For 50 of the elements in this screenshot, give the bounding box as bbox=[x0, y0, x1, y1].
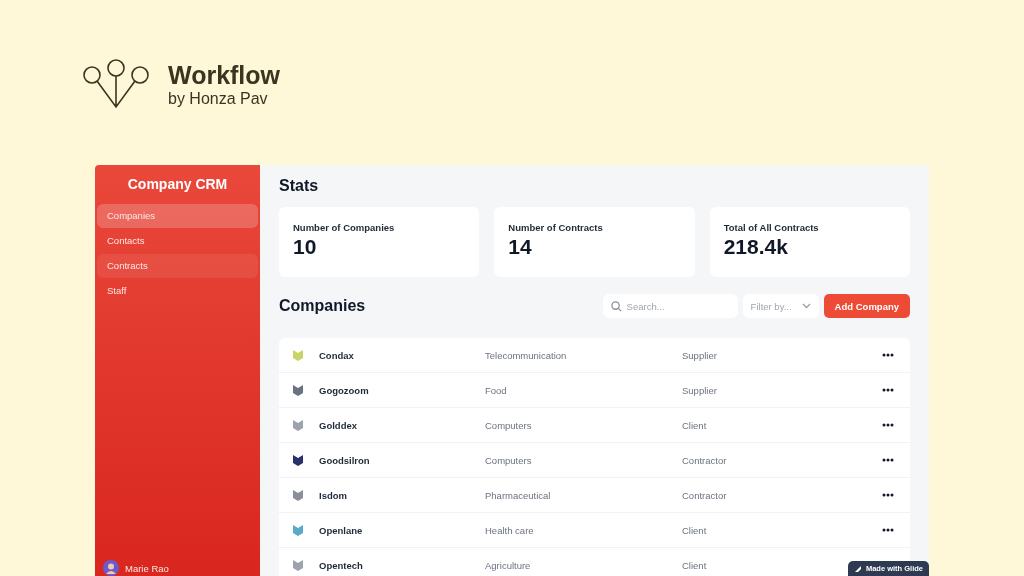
add-company-button[interactable]: Add Company bbox=[823, 294, 910, 318]
stat-value: 14 bbox=[508, 235, 533, 259]
company-name: Openlane bbox=[319, 524, 364, 536]
company-name: Gogozoom bbox=[319, 384, 370, 396]
stat-label: Number of Companies bbox=[293, 222, 396, 233]
company-name: Isdom bbox=[319, 489, 348, 501]
industry-cell-text: Computers bbox=[485, 419, 533, 431]
more-icon[interactable] bbox=[882, 388, 894, 392]
industry-cell-text: Food bbox=[485, 384, 508, 396]
company-name: Opentech bbox=[319, 559, 364, 571]
type-cell-text: Client bbox=[682, 524, 708, 536]
avatar-icon bbox=[103, 560, 119, 576]
stat-value: 10 bbox=[293, 235, 318, 259]
company-name: Golddex bbox=[319, 419, 358, 431]
industry-cell-text: Pharmaceutical bbox=[485, 489, 552, 501]
industry-cell-text: Telecommunication bbox=[485, 349, 568, 361]
more-icon[interactable] bbox=[882, 528, 894, 532]
brand-byline: by Honza Pav bbox=[168, 89, 269, 109]
type-cell-text: Contractor bbox=[682, 489, 728, 501]
type-cell-text: Client bbox=[682, 559, 708, 571]
industry-cell-text: Agriculture bbox=[485, 559, 532, 571]
more-icon[interactable] bbox=[882, 353, 894, 357]
type-cell-text: Supplier bbox=[682, 384, 718, 396]
chevron-down-icon bbox=[801, 303, 811, 309]
filter-dropdown[interactable]: Filter by... bbox=[742, 294, 819, 318]
section-title: Stats bbox=[279, 177, 320, 195]
company-name: Condax bbox=[319, 349, 355, 361]
search-field[interactable]: Search... bbox=[602, 294, 738, 318]
type-cell-text: Supplier bbox=[682, 349, 718, 361]
more-icon[interactable] bbox=[882, 458, 894, 462]
type-cell-text: Contractor bbox=[682, 454, 728, 466]
nav-item[interactable]: Contacts bbox=[97, 229, 258, 253]
industry-cell-text: Health care bbox=[485, 524, 535, 536]
nav-item[interactable]: Staff bbox=[97, 279, 258, 303]
nav-item[interactable]: Contracts bbox=[97, 254, 258, 278]
more-icon[interactable] bbox=[882, 423, 894, 427]
stat-value: 218.4k bbox=[723, 235, 789, 259]
more-icon[interactable] bbox=[882, 493, 894, 497]
nav-item[interactable]: Companies bbox=[97, 204, 258, 228]
balloons-icon bbox=[82, 59, 150, 111]
user-name: Marie Rao bbox=[125, 562, 169, 574]
search-icon bbox=[610, 301, 622, 312]
company-name: Goodsilron bbox=[319, 454, 371, 466]
app-title: Company CRM bbox=[126, 176, 229, 192]
section-title: Companies bbox=[279, 297, 366, 315]
stat-label: Number of Contracts bbox=[508, 222, 604, 233]
stat-label: Total of All Contracts bbox=[723, 222, 820, 233]
brand-title: Workflow bbox=[168, 61, 281, 89]
type-cell-text: Client bbox=[682, 419, 708, 431]
industry-cell-text: Computers bbox=[485, 454, 533, 466]
